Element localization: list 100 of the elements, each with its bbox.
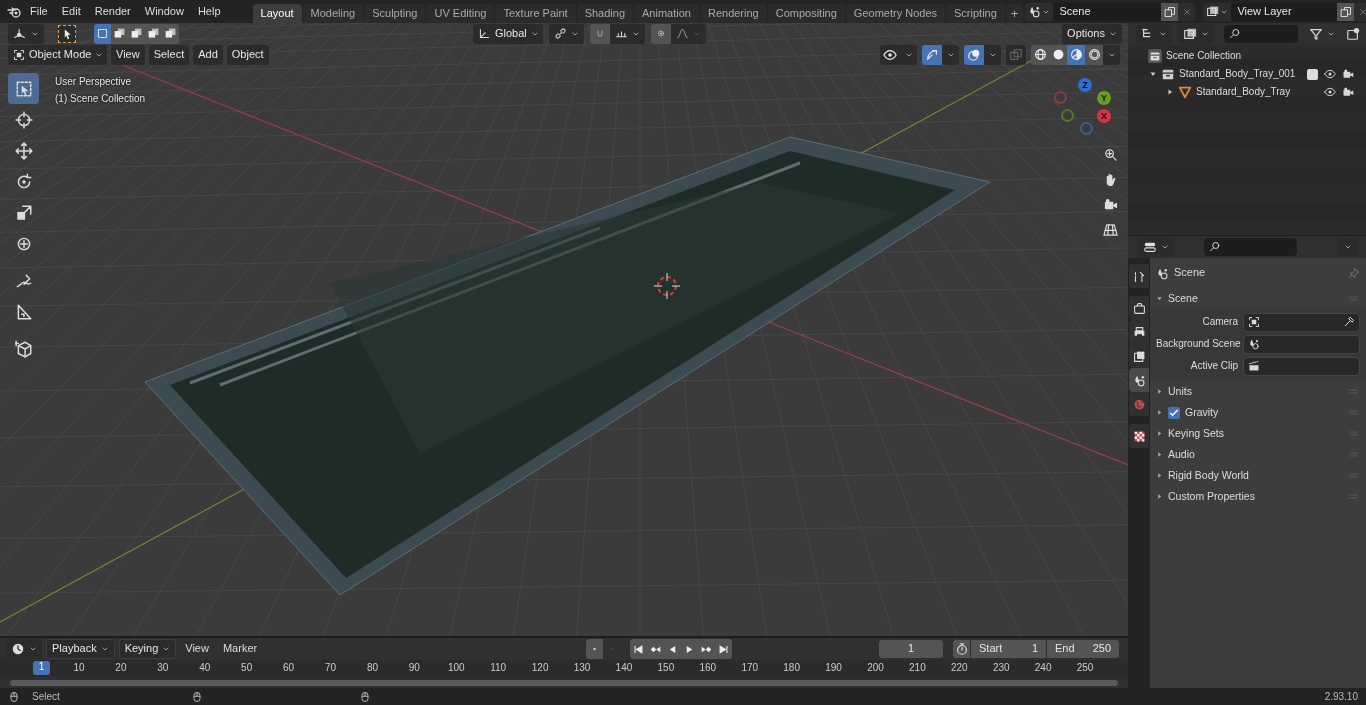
expand-arrow-icon[interactable] xyxy=(1166,88,1174,96)
frame-number: 20 xyxy=(115,662,127,674)
panel-title[interactable]: Scene xyxy=(1168,292,1198,305)
scene-type-dropdown[interactable] xyxy=(1203,2,1232,21)
playback-button[interactable] xyxy=(630,639,648,659)
menu-button[interactable]: View xyxy=(180,640,214,658)
expand-arrow-icon[interactable] xyxy=(1156,409,1163,416)
viewport-toggle-button[interactable] xyxy=(880,44,900,65)
shading-mode-button[interactable] xyxy=(1031,44,1049,65)
menu-item[interactable]: File xyxy=(24,2,54,21)
panel-title[interactable]: Rigid Body World xyxy=(1168,469,1249,482)
workspace-tab[interactable]: Compositing xyxy=(767,4,845,23)
expand-arrow-icon[interactable] xyxy=(1156,472,1163,479)
view-dropdown[interactable] xyxy=(1178,24,1214,44)
printer-icon xyxy=(1132,325,1146,339)
outliner-item[interactable]: Scene Collection xyxy=(1166,50,1242,62)
wrench-icon xyxy=(1132,269,1146,283)
pivot-dropdown[interactable] xyxy=(549,23,584,44)
panel-title[interactable]: Custom Properties xyxy=(1168,490,1255,503)
menu-item[interactable]: Edit xyxy=(55,2,87,21)
properties-tab[interactable] xyxy=(1129,296,1149,320)
overlapping-circles-icon xyxy=(967,47,981,62)
copy-button[interactable] xyxy=(1161,2,1179,21)
options-dropdown[interactable]: Options xyxy=(1062,23,1122,44)
playhead-frame[interactable]: 1 xyxy=(33,661,50,675)
field-label: Background Scene xyxy=(1156,338,1238,350)
shading-mode-button[interactable] xyxy=(1049,44,1067,65)
expand-arrow-icon[interactable] xyxy=(1156,451,1163,458)
object-field[interactable] xyxy=(1243,356,1360,376)
properties-tab[interactable] xyxy=(1129,264,1149,288)
search-field[interactable] xyxy=(1204,238,1297,256)
shading-mode-button[interactable] xyxy=(1067,44,1085,65)
exclude-checkbox[interactable] xyxy=(1307,68,1318,80)
menu-button[interactable]: Add xyxy=(193,44,223,65)
end-frame-field[interactable]: End 250 xyxy=(1047,640,1119,658)
search-field[interactable] xyxy=(1224,25,1298,43)
expand-arrow-icon[interactable] xyxy=(1156,295,1163,302)
editor-type-dropdown[interactable] xyxy=(1138,237,1174,257)
object-field[interactable] xyxy=(1243,312,1360,332)
editor-type-dropdown[interactable] xyxy=(6,639,42,659)
link-icon xyxy=(554,27,567,40)
menu-item[interactable]: Help xyxy=(191,2,227,21)
editor-type-dropdown[interactable] xyxy=(8,23,44,44)
menu-item[interactable]: Window xyxy=(138,2,190,21)
name-field[interactable]: View Layer xyxy=(1231,2,1338,21)
viewport-toggle-button[interactable] xyxy=(922,44,942,65)
menu-dropdown[interactable]: Playback xyxy=(46,639,115,659)
panel-title[interactable]: Audio xyxy=(1168,448,1195,461)
mode-dropdown[interactable]: Object Mode xyxy=(8,44,107,65)
scene-type-dropdown[interactable] xyxy=(1025,2,1054,21)
proportional-edit-button[interactable] xyxy=(651,23,671,44)
frame-number: 200 xyxy=(867,662,884,674)
workspace-tab[interactable]: Animation xyxy=(634,4,699,23)
menu-item[interactable]: Render xyxy=(88,2,137,21)
viewport-toggle-button[interactable] xyxy=(964,44,984,65)
expand-arrow-icon[interactable] xyxy=(1149,70,1157,78)
add-workspace-button[interactable]: + xyxy=(1005,4,1024,23)
playback-button[interactable] xyxy=(715,639,733,659)
overlapping-squares-icon xyxy=(130,27,143,40)
eye-icon[interactable] xyxy=(1324,68,1336,80)
panel-title[interactable]: Gravity xyxy=(1185,406,1219,419)
properties-tab[interactable] xyxy=(1129,424,1149,448)
snap-toggle-button[interactable] xyxy=(590,23,610,44)
workspace-tab[interactable]: Sculpting xyxy=(364,4,426,23)
object-field[interactable] xyxy=(1243,334,1360,354)
context-label: Scene xyxy=(1174,266,1206,280)
properties-tab[interactable] xyxy=(1129,368,1149,392)
eye-icon[interactable] xyxy=(1324,86,1336,98)
panel-title[interactable]: Units xyxy=(1168,385,1192,398)
orientation-dropdown[interactable]: Global xyxy=(473,23,543,44)
expand-arrow-icon[interactable] xyxy=(1156,493,1163,500)
panel-checkbox[interactable] xyxy=(1168,406,1180,419)
workspace-tab[interactable]: Rendering xyxy=(699,4,767,23)
display-mode-dropdown[interactable] xyxy=(1136,24,1172,44)
workspace-tab[interactable]: Texture Paint xyxy=(495,4,576,23)
workspace-tab[interactable]: Modeling xyxy=(302,4,364,23)
menu-button[interactable]: Marker xyxy=(217,640,263,658)
name-field[interactable]: Scene xyxy=(1053,2,1162,21)
properties-tab[interactable] xyxy=(1129,344,1149,368)
frame-number: 170 xyxy=(741,662,759,674)
start-frame-field[interactable]: Start 1 xyxy=(971,640,1046,658)
viewport-toggle-button[interactable] xyxy=(1006,44,1026,65)
new-collection-button[interactable] xyxy=(1346,27,1360,41)
expand-arrow-icon[interactable] xyxy=(1156,430,1163,437)
menu-button[interactable]: View xyxy=(111,44,145,65)
expand-arrow-icon[interactable] xyxy=(1156,388,1163,395)
shading-mode-button[interactable] xyxy=(1085,44,1103,65)
panel-title[interactable]: Keying Sets xyxy=(1168,427,1225,440)
workspace-tab[interactable]: Geometry Nodes xyxy=(845,4,945,23)
tool-button[interactable] xyxy=(8,73,39,104)
workspace-tab[interactable]: Shading xyxy=(576,4,634,23)
outliner-item[interactable]: Standard_Body_Tray_001 xyxy=(1179,68,1296,80)
menu-dropdown[interactable]: Keying xyxy=(118,639,177,659)
workspace-tab[interactable]: Scripting xyxy=(946,4,1005,23)
current-frame-field[interactable]: 1 xyxy=(879,640,943,658)
timeline-scrollbar[interactable] xyxy=(10,680,1118,686)
workspace-tab[interactable]: UV Editing xyxy=(426,4,495,23)
workspace-tab[interactable]: Layout xyxy=(252,4,302,23)
copy-button[interactable] xyxy=(1337,2,1355,21)
outliner-item[interactable]: Standard_Body_Tray xyxy=(1196,86,1291,98)
